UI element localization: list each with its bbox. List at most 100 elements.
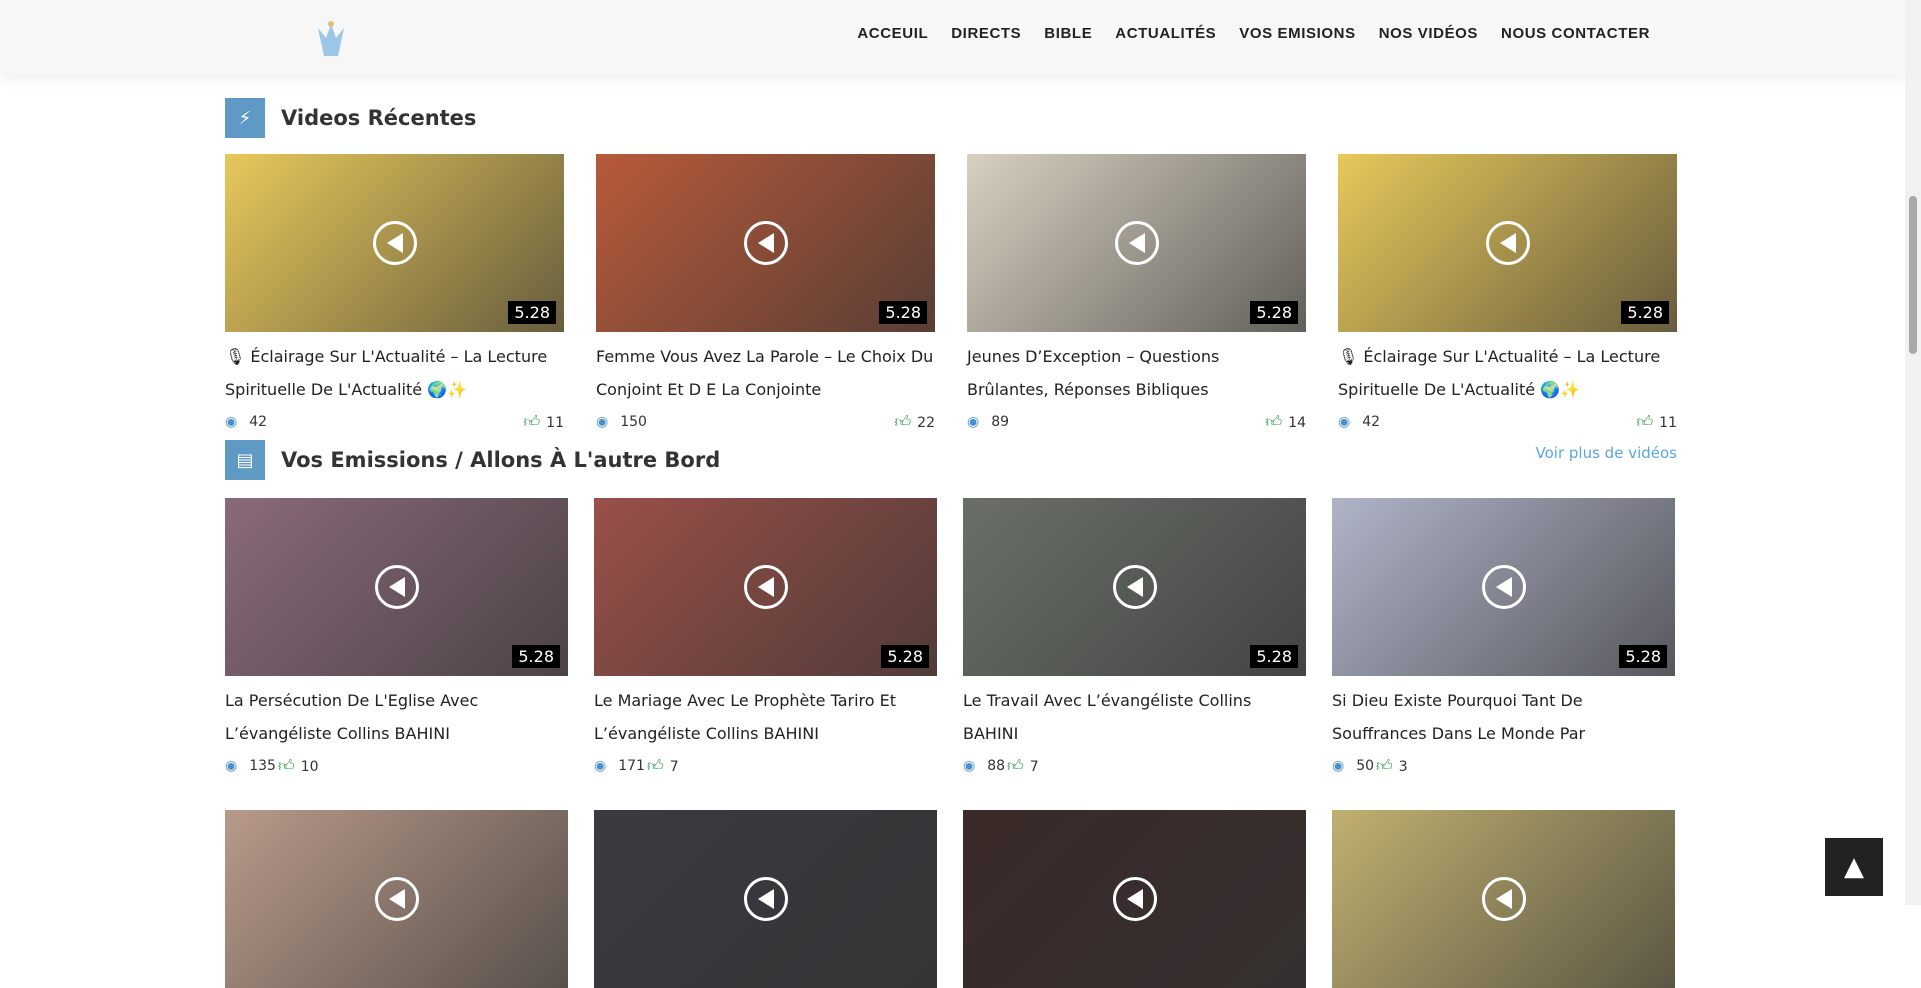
scrollbar-thumb[interactable] (1909, 196, 1917, 354)
video-stats: ◉ 42 👍︎ 11 (1338, 412, 1677, 432)
video-thumbnail[interactable]: 5.28 (967, 154, 1306, 332)
video-stats: ◉ 89 👍︎ 14 (967, 412, 1306, 432)
video-thumbnail[interactable] (225, 810, 568, 988)
thumbs-up-icon[interactable]: 👍︎ (647, 756, 664, 775)
video-title[interactable]: Le Mariage Avec Le Prophète Tariro Et L’… (594, 684, 937, 750)
video-card[interactable]: 5.28 Le Travail Avec L’évangéliste Colli… (963, 498, 1306, 776)
video-card[interactable]: 5.28 🎙 Éclairage Sur L'Actualité – La Le… (225, 154, 564, 432)
eye-icon: ◉ (1332, 758, 1345, 774)
nav-bible[interactable]: BIBLE (1044, 25, 1092, 42)
video-stats: ◉ 42 👍︎ 11 (225, 412, 564, 432)
video-thumbnail[interactable]: 5.28 (594, 498, 937, 676)
nav-vos-emisions[interactable]: VOS EMISIONS (1239, 25, 1355, 42)
duration-badge: 5.28 (508, 301, 556, 324)
play-icon[interactable] (1114, 221, 1159, 265)
view-count: 42 (249, 414, 268, 430)
nav-acceuil[interactable]: ACCEUIL (857, 25, 928, 42)
logo[interactable] (300, 16, 362, 62)
play-icon[interactable] (374, 565, 419, 609)
video-thumbnail[interactable]: 5.28 (963, 498, 1306, 676)
like-count: 10 (300, 759, 319, 775)
video-card[interactable] (225, 810, 568, 988)
video-title[interactable]: 🎙 Éclairage Sur L'Actualité – La Lecture… (225, 340, 564, 406)
section-title: Videos Récentes (281, 106, 477, 130)
thumbs-up-icon[interactable]: 👍︎ (1376, 756, 1393, 775)
view-count: 150 (620, 414, 647, 430)
video-title[interactable]: Jeunes D’Exception – Questions Brûlantes… (967, 340, 1306, 406)
video-thumbnail[interactable]: 5.28 (225, 154, 564, 332)
play-icon[interactable] (1481, 565, 1526, 609)
video-thumbnail[interactable] (594, 810, 937, 988)
eye-icon: ◉ (967, 414, 980, 430)
video-card[interactable]: 5.28 Jeunes D’Exception – Questions Brûl… (967, 154, 1306, 432)
section-header-recent: ⚡ Videos Récentes (225, 98, 476, 138)
video-thumbnail[interactable]: 5.28 (596, 154, 935, 332)
bolt-icon: ⚡ (225, 98, 265, 138)
duration-badge: 5.28 (1250, 645, 1298, 668)
video-thumbnail[interactable] (1332, 810, 1675, 988)
play-icon[interactable] (374, 877, 419, 921)
nav-directs[interactable]: DIRECTS (951, 25, 1021, 42)
main-nav: ACCEUIL DIRECTS BIBLE ACTUALITÉS VOS EMI… (857, 25, 1650, 42)
video-thumbnail[interactable] (963, 810, 1306, 988)
video-title[interactable]: Femme Vous Avez La Parole – Le Choix Du … (596, 340, 935, 406)
nav-actualites[interactable]: ACTUALITÉS (1115, 25, 1216, 42)
view-count: 88 (987, 758, 1006, 774)
play-icon[interactable] (1481, 877, 1526, 921)
thumbs-up-icon[interactable]: 👍︎ (278, 756, 295, 775)
play-icon[interactable] (1112, 565, 1157, 609)
video-card[interactable]: 5.28 Si Dieu Existe Pourquoi Tant De Sou… (1332, 498, 1675, 776)
duration-badge: 5.28 (879, 301, 927, 324)
video-stats: ◉ 88 👍︎ 7 (963, 756, 1306, 776)
video-stats: ◉ 150 👍︎ 22 (596, 412, 935, 432)
video-card[interactable] (963, 810, 1306, 988)
eye-icon: ◉ (963, 758, 976, 774)
video-card[interactable] (594, 810, 937, 988)
video-card[interactable]: 5.28 🎙 Éclairage Sur L'Actualité – La Le… (1338, 154, 1677, 432)
play-icon[interactable] (743, 877, 788, 921)
play-icon[interactable] (1485, 221, 1530, 265)
video-card[interactable]: 5.28 Le Mariage Avec Le Prophète Tariro … (594, 498, 937, 776)
duration-badge: 5.28 (1621, 301, 1669, 324)
scrollbar[interactable] (1905, 0, 1921, 905)
video-card[interactable] (1332, 810, 1675, 988)
eye-icon: ◉ (594, 758, 607, 774)
eye-icon: ◉ (1338, 414, 1351, 430)
play-icon[interactable] (1112, 877, 1157, 921)
video-stats: ◉ 135 👍︎ 10 (225, 756, 568, 776)
video-thumbnail[interactable]: 5.28 (1332, 498, 1675, 676)
like-count: 3 (1398, 759, 1408, 775)
play-icon[interactable] (743, 221, 788, 265)
view-count: 42 (1362, 414, 1381, 430)
video-stats: ◉ 171 👍︎ 7 (594, 756, 937, 776)
thumbs-up-icon[interactable]: 👍︎ (1007, 756, 1024, 775)
like-count: 14 (1288, 415, 1306, 431)
video-card[interactable]: 5.28 La Persécution De L'Eglise Avec L’é… (225, 498, 568, 776)
section-header-emissions: ▤ Vos Emissions / Allons À L'autre Bord (225, 440, 720, 480)
video-thumbnail[interactable]: 5.28 (225, 498, 568, 676)
site-header: ACCEUIL DIRECTS BIBLE ACTUALITÉS VOS EMI… (0, 0, 1905, 74)
play-icon[interactable] (743, 565, 788, 609)
view-count: 50 (1356, 758, 1375, 774)
nav-nos-videos[interactable]: NOS VIDÉOS (1379, 25, 1478, 42)
like-count: 11 (546, 415, 564, 431)
video-title[interactable]: La Persécution De L'Eglise Avec L’évangé… (225, 684, 568, 750)
more-videos-link[interactable]: Voir plus de vidéos (1536, 444, 1677, 462)
view-count: 135 (249, 758, 276, 774)
video-title[interactable]: Le Travail Avec L’évangéliste Collins BA… (963, 684, 1306, 750)
video-card[interactable]: 5.28 Femme Vous Avez La Parole – Le Choi… (596, 154, 935, 432)
thumbs-up-icon[interactable]: 👍︎ (1636, 412, 1653, 431)
video-thumbnail[interactable]: 5.28 (1338, 154, 1677, 332)
book-icon: ▤ (225, 440, 265, 480)
thumbs-up-icon[interactable]: 👍︎ (523, 412, 540, 431)
scroll-to-top-button[interactable]: ▲ (1825, 838, 1883, 896)
play-icon[interactable] (372, 221, 417, 265)
nav-nous-contacter[interactable]: NOUS CONTACTER (1501, 25, 1650, 42)
video-title[interactable]: 🎙 Éclairage Sur L'Actualité – La Lecture… (1338, 340, 1677, 406)
duration-badge: 5.28 (1250, 301, 1298, 324)
like-count: 22 (917, 415, 935, 431)
thumbs-up-icon[interactable]: 👍︎ (894, 412, 911, 431)
video-stats: ◉ 50 👍︎ 3 (1332, 756, 1675, 776)
video-title[interactable]: Si Dieu Existe Pourquoi Tant De Souffran… (1332, 684, 1675, 750)
thumbs-up-icon[interactable]: 👍︎ (1265, 412, 1282, 431)
